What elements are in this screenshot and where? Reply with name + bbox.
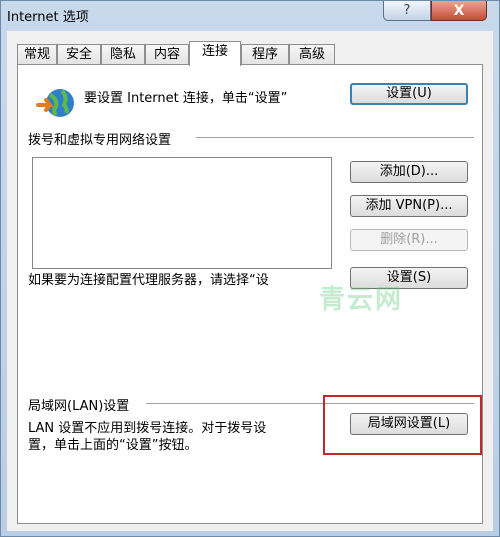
lan-button-highlight-box xyxy=(323,395,482,455)
tab-general[interactable]: 常规 xyxy=(17,44,57,65)
connections-list[interactable] xyxy=(32,157,332,269)
tab-connections[interactable]: 连接 xyxy=(189,41,241,66)
dialog-client-area: 常规 安全 隐私 内容 连接 程序 高级 要设置 Internet 连接，单击“… xyxy=(7,31,493,531)
dialup-vpn-heading: 拨号和虚拟专用网络设置 xyxy=(28,133,172,148)
tab-security[interactable]: 安全 xyxy=(57,44,101,65)
lan-description-line2: 置，单击上面的“设置”按钮。 xyxy=(28,438,198,453)
dialup-divider xyxy=(196,137,474,138)
help-button[interactable]: ? xyxy=(383,1,431,21)
add-vpn-button[interactable]: 添加 VPN(P)... xyxy=(350,195,468,217)
setup-button[interactable]: 设置(U) xyxy=(350,83,468,105)
window-title: Internet 选项 xyxy=(7,10,89,25)
tab-programs[interactable]: 程序 xyxy=(241,44,289,65)
title-bar[interactable]: Internet 选项 ? X xyxy=(1,1,499,31)
watermark-text: 青云网 xyxy=(319,285,404,315)
tab-content[interactable]: 内容 xyxy=(145,44,189,65)
proxy-settings-text: 如果要为连接配置代理服务器，请选择“设 xyxy=(28,273,269,288)
tab-privacy[interactable]: 隐私 xyxy=(101,44,145,65)
tab-advanced[interactable]: 高级 xyxy=(289,44,335,65)
close-button[interactable]: X xyxy=(431,1,487,21)
setup-connection-text: 要设置 Internet 连接，单击“设置” xyxy=(84,91,288,106)
add-button[interactable]: 添加(D)... xyxy=(350,161,468,183)
internet-globe-icon xyxy=(36,89,74,117)
lan-settings-heading: 局域网(LAN)设置 xyxy=(28,399,130,414)
remove-button[interactable]: 删除(R)... xyxy=(350,229,468,251)
internet-options-window: Internet 选项 ? X 常规 安全 隐私 内容 连接 程序 高级 要设置… xyxy=(0,0,500,537)
connections-panel: 要设置 Internet 连接，单击“设置” 设置(U) 拨号和虚拟专用网络设置… xyxy=(17,64,483,524)
